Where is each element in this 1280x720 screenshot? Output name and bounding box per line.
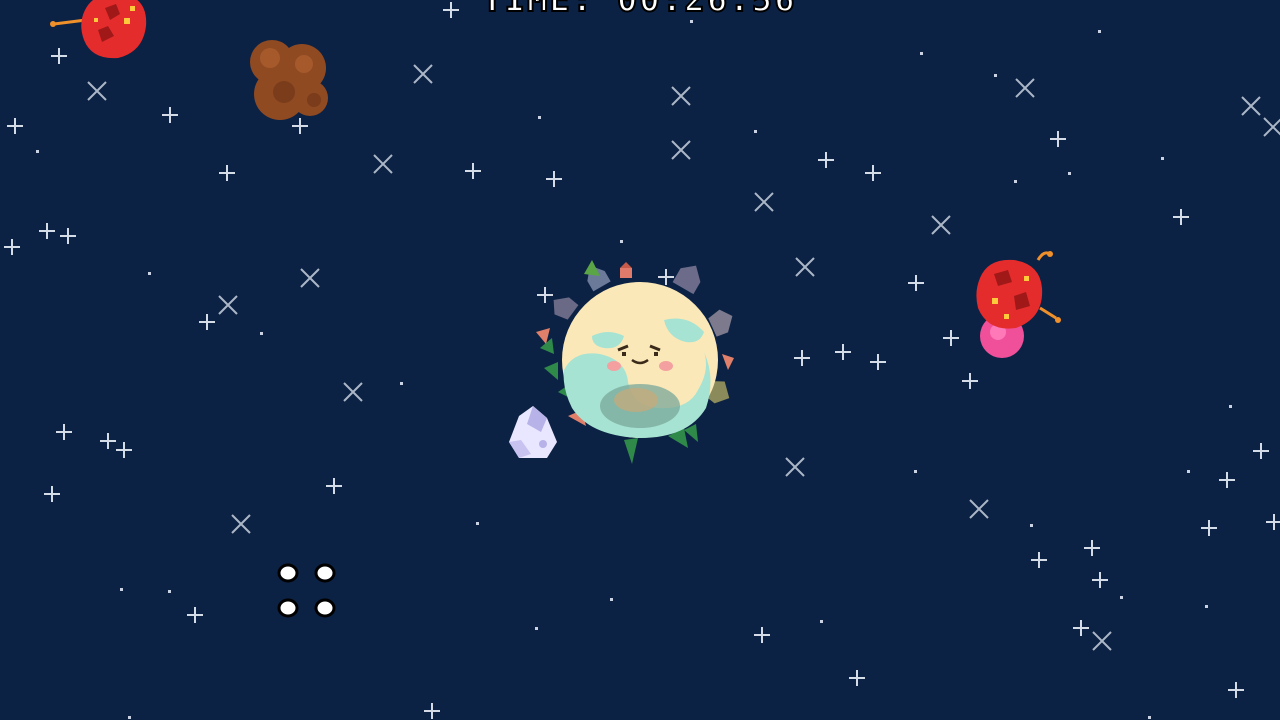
orbiting-moon — [509, 406, 557, 458]
red-asteroid-top-left — [50, 0, 147, 59]
crosshair-dots-icon[interactable] — [274, 558, 340, 624]
brown-asteroid — [250, 40, 328, 120]
red-asteroid-right — [976, 251, 1061, 358]
timer-display: TIME: 00:26.56 — [481, 0, 797, 21]
game-canvas[interactable]: TIME: 00:26.56 — [0, 0, 1280, 720]
